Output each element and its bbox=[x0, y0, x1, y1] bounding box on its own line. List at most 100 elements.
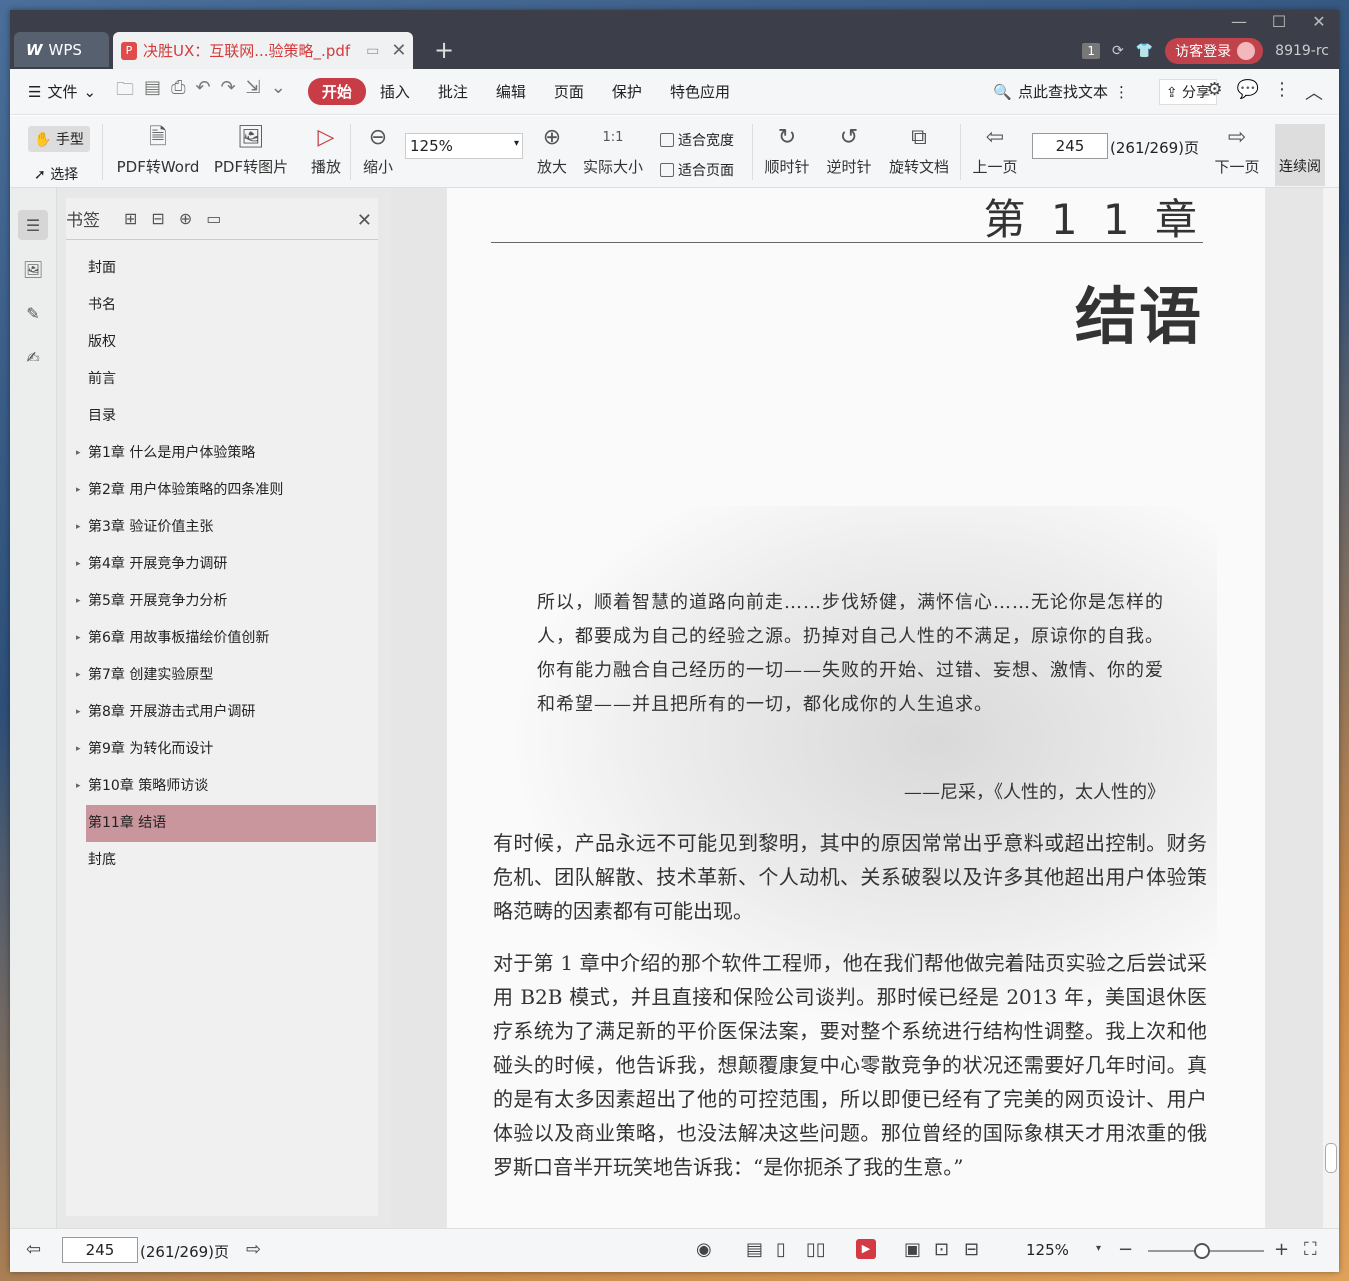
rotate-clockwise-button[interactable]: ↻ 顺时针 bbox=[760, 124, 814, 177]
fullscreen-icon[interactable]: ⛶ bbox=[1304, 1239, 1317, 1260]
tab-start[interactable]: 开始 bbox=[307, 78, 366, 105]
expand-triangle-icon[interactable]: ▸ bbox=[76, 546, 81, 583]
collapse-all-icon[interactable]: ⊟ bbox=[151, 209, 164, 228]
bookmark-item[interactable]: ▸ 第1章 什么是用户体验策略 bbox=[66, 435, 378, 472]
redo-icon[interactable]: ↷ bbox=[221, 77, 236, 107]
signature-panel-icon[interactable]: ✍ bbox=[18, 342, 48, 372]
status-page-input[interactable]: 245 bbox=[62, 1237, 138, 1263]
play-button[interactable]: ▷ 播放 bbox=[306, 124, 346, 177]
expand-triangle-icon[interactable]: ▸ bbox=[76, 768, 81, 805]
actual-size-status-icon[interactable]: ▣ bbox=[904, 1239, 921, 1260]
thumbnail-panel-icon[interactable]: 🖼 bbox=[18, 254, 48, 284]
next-page-icon[interactable]: ⇨ bbox=[246, 1239, 261, 1260]
annotation-panel-icon[interactable]: ✎ bbox=[18, 298, 48, 328]
zoom-select[interactable]: 125% ▾ bbox=[405, 133, 523, 159]
zoom-plus-icon[interactable]: + bbox=[1274, 1239, 1289, 1260]
zoom-slider[interactable] bbox=[1148, 1243, 1264, 1259]
page-number-input[interactable]: 245 bbox=[1032, 133, 1108, 159]
tab-special-apps[interactable]: 特色应用 bbox=[656, 78, 744, 105]
tab-edit[interactable]: 编辑 bbox=[482, 78, 540, 105]
new-tab-button[interactable]: + bbox=[434, 36, 454, 64]
expand-triangle-icon[interactable]: ▸ bbox=[76, 694, 81, 731]
previous-page-button[interactable]: ⇦ 上一页 bbox=[968, 124, 1022, 177]
zoom-slider-knob[interactable] bbox=[1194, 1243, 1210, 1259]
guest-login-button[interactable]: 访客登录 bbox=[1165, 38, 1264, 64]
window-count-badge[interactable]: 1 bbox=[1082, 43, 1100, 59]
bookmark-item[interactable]: ▸ 第5章 开展竞争力分析 bbox=[66, 583, 378, 620]
document-viewer[interactable]: 第 1 1 章 结语 所以，顺着智慧的道路向前走……步伐矫健，满怀信心……无论你… bbox=[391, 188, 1323, 1228]
export-icon[interactable]: ⇲ bbox=[246, 77, 261, 107]
save-icon[interactable]: ▤ bbox=[144, 77, 161, 107]
maximize-icon[interactable]: ☐ bbox=[1259, 10, 1299, 32]
bookmark-item[interactable]: ▸ 第6章 用故事板描绘价值创新 bbox=[66, 620, 378, 657]
cloud-sync-icon[interactable]: ⟳ bbox=[1112, 43, 1124, 59]
open-folder-icon[interactable]: 🗀 bbox=[116, 77, 134, 107]
bookmark-item[interactable]: 前言 bbox=[66, 361, 378, 398]
tab-page[interactable]: 页面 bbox=[540, 78, 598, 105]
actual-size-button[interactable]: 1:1 实际大小 bbox=[580, 124, 646, 177]
vertical-scrollbar[interactable] bbox=[1323, 188, 1339, 1228]
minimize-icon[interactable]: — bbox=[1219, 10, 1259, 32]
comment-icon[interactable]: 💬 bbox=[1237, 79, 1259, 105]
bookmark-item[interactable]: 封底 bbox=[66, 842, 378, 879]
file-menu[interactable]: ☰ 文件 ⌄ bbox=[28, 81, 96, 102]
bookmark-item[interactable]: ▸ 第2章 用户体验策略的四条准则 bbox=[66, 472, 378, 509]
expand-triangle-icon[interactable]: ▸ bbox=[76, 620, 81, 657]
collapse-ribbon-icon[interactable]: ︿ bbox=[1305, 79, 1323, 105]
continuous-view-icon[interactable]: ▯ bbox=[776, 1239, 786, 1260]
bookmark-item[interactable]: ▸ 第8章 开展游击式用户调研 bbox=[66, 694, 378, 731]
next-page-button[interactable]: ⇨ 下一页 bbox=[1210, 124, 1264, 177]
tab-annotate[interactable]: 批注 bbox=[424, 78, 482, 105]
select-tool-button[interactable]: ➚ 选择 bbox=[34, 164, 78, 184]
undo-icon[interactable]: ↶ bbox=[195, 77, 210, 107]
fit-width-status-icon[interactable]: ⊟ bbox=[964, 1239, 979, 1260]
expand-triangle-icon[interactable]: ▸ bbox=[76, 657, 81, 694]
zoom-dropdown-icon[interactable]: ▾ bbox=[1096, 1243, 1101, 1254]
rotate-counterclockwise-button[interactable]: ↺ 逆时针 bbox=[822, 124, 876, 177]
single-page-view-icon[interactable]: ▤ bbox=[746, 1239, 763, 1260]
expand-all-icon[interactable]: ⊞ bbox=[124, 209, 137, 228]
bookmark-item[interactable]: 目录 bbox=[66, 398, 378, 435]
find-text-search[interactable]: 🔍 点此查找文本 ⋮ bbox=[993, 81, 1129, 102]
status-zoom-value[interactable]: 125% bbox=[1026, 1241, 1069, 1259]
expand-triangle-icon[interactable]: ▸ bbox=[76, 509, 81, 546]
scrollbar-thumb[interactable] bbox=[1325, 1143, 1337, 1173]
bookmark-settings-icon[interactable]: ▭ bbox=[206, 209, 221, 228]
bookmark-item[interactable]: ▸ 第9章 为转化而设计 bbox=[66, 731, 378, 768]
zoom-in-button[interactable]: ⊕ 放大 bbox=[532, 124, 572, 177]
expand-triangle-icon[interactable]: ▸ bbox=[76, 583, 81, 620]
play-slideshow-icon[interactable]: ▶ bbox=[856, 1239, 876, 1259]
continuous-reading-button[interactable]: 连续阅 bbox=[1275, 124, 1325, 186]
rotate-document-button[interactable]: ⧉ 旋转文档 bbox=[886, 124, 952, 177]
bookmark-item[interactable]: 第11章 结语 bbox=[86, 805, 376, 842]
expand-triangle-icon[interactable]: ▸ bbox=[76, 435, 81, 472]
bookmark-item[interactable]: ▸ 第10章 策略师访谈 bbox=[66, 768, 378, 805]
monitor-icon[interactable]: ▭ bbox=[366, 43, 379, 59]
wps-home-tab[interactable]: W WPS bbox=[14, 32, 109, 67]
expand-triangle-icon[interactable]: ▸ bbox=[76, 472, 81, 509]
tab-protect[interactable]: 保护 bbox=[598, 78, 656, 105]
eye-protection-icon[interactable]: ◉ bbox=[696, 1239, 712, 1260]
bookmark-item[interactable]: ▸ 第3章 验证价值主张 bbox=[66, 509, 378, 546]
zoom-minus-icon[interactable]: − bbox=[1118, 1239, 1133, 1260]
fit-width-button[interactable]: 适合宽度 bbox=[660, 130, 734, 150]
pdf-to-image-button[interactable]: 🖼 PDF转图片 bbox=[212, 124, 290, 177]
close-panel-icon[interactable]: ✕ bbox=[357, 210, 372, 231]
expand-triangle-icon[interactable]: ▸ bbox=[76, 731, 81, 768]
hand-tool-button[interactable]: ✋ 手型 bbox=[28, 126, 90, 152]
close-tab-icon[interactable]: ✕ bbox=[391, 40, 406, 61]
document-tab[interactable]: P 决胜UX：互联网...验策略_.pdf ▭ ✕ bbox=[113, 32, 413, 69]
more-dropdown-icon[interactable]: ⌄ bbox=[271, 77, 286, 107]
zoom-out-button[interactable]: ⊖ 缩小 bbox=[358, 124, 398, 177]
add-bookmark-icon[interactable]: ⊕ bbox=[179, 209, 192, 228]
tab-insert[interactable]: 插入 bbox=[366, 78, 424, 105]
bookmark-item[interactable]: 书名 bbox=[66, 287, 378, 324]
bookmark-item[interactable]: 版权 bbox=[66, 324, 378, 361]
pdf-to-word-button[interactable]: 🗎 PDF转Word bbox=[112, 124, 204, 177]
print-icon[interactable]: ⎙ bbox=[171, 77, 185, 107]
close-window-icon[interactable]: ✕ bbox=[1299, 10, 1339, 32]
bookmark-item[interactable]: ▸ 第4章 开展竞争力调研 bbox=[66, 546, 378, 583]
fit-page-status-icon[interactable]: ⊡ bbox=[934, 1239, 949, 1260]
bookmark-item[interactable]: ▸ 第7章 创建实验原型 bbox=[66, 657, 378, 694]
bookmark-item[interactable]: 封面 bbox=[66, 250, 378, 287]
